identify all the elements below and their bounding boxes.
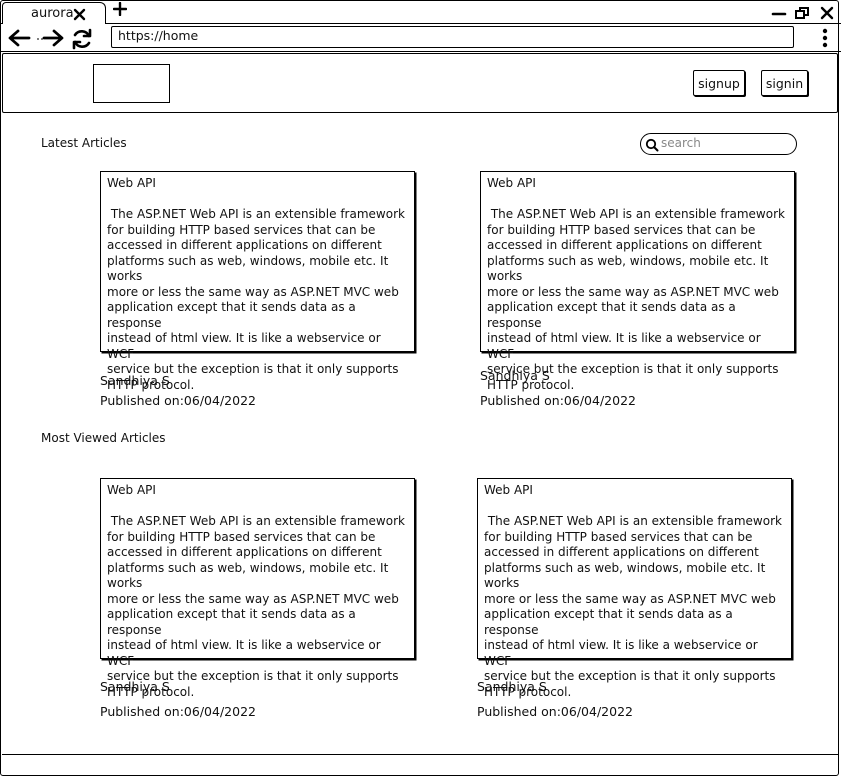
browser-tab[interactable]: aurora bbox=[2, 2, 106, 24]
article-body: The ASP.NET Web API is an extensible fra… bbox=[487, 207, 785, 392]
article-body: The ASP.NET Web API is an extensible fra… bbox=[484, 514, 782, 699]
minimize-icon[interactable] bbox=[771, 5, 787, 24]
article-published-date: Published on:06/04/2022 bbox=[477, 704, 633, 719]
tab-close-icon[interactable] bbox=[73, 6, 86, 25]
url-address-bar[interactable]: https://home bbox=[111, 26, 794, 48]
article-card-latest-2[interactable]: Web API The ASP.NET Web API is an extens… bbox=[480, 171, 795, 392]
signup-button[interactable]: signup bbox=[693, 70, 745, 96]
navigation-bar: https://home bbox=[0, 24, 841, 52]
article-body: The ASP.NET Web API is an extensible fra… bbox=[107, 207, 405, 392]
logo-placeholder bbox=[93, 64, 170, 103]
window-close-icon[interactable] bbox=[820, 5, 834, 24]
forward-arrow-right-icon[interactable] bbox=[36, 28, 64, 52]
article-published-date: Published on:06/04/2022 bbox=[100, 704, 256, 719]
tab-bar: aurora bbox=[0, 0, 841, 24]
article-card-most-viewed-1[interactable]: Web API The ASP.NET Web API is an extens… bbox=[100, 478, 415, 699]
site-header: signup signin bbox=[2, 53, 838, 113]
article-author: Sandhiya S bbox=[100, 679, 170, 694]
article-author: Sandhiya S bbox=[480, 368, 550, 383]
article-card-most-viewed-2[interactable]: Web API The ASP.NET Web API is an extens… bbox=[477, 478, 792, 699]
article-author: Sandhiya S bbox=[477, 679, 547, 694]
search-icon bbox=[645, 137, 659, 156]
reload-icon[interactable] bbox=[71, 28, 93, 54]
article-title: Web API bbox=[484, 483, 533, 497]
latest-articles-heading: Latest Articles bbox=[41, 136, 127, 150]
article-title: Web API bbox=[107, 176, 156, 190]
most-viewed-articles-heading: Most Viewed Articles bbox=[41, 431, 166, 445]
search-box[interactable] bbox=[640, 133, 797, 155]
kebab-menu-icon[interactable] bbox=[821, 28, 829, 52]
search-input[interactable] bbox=[661, 136, 791, 150]
back-arrow-left-icon[interactable] bbox=[7, 28, 31, 52]
tab-title: aurora bbox=[31, 6, 74, 21]
footer-divider bbox=[2, 754, 838, 755]
article-published-date: Published on:06/04/2022 bbox=[480, 393, 636, 408]
article-published-date: Published on:06/04/2022 bbox=[100, 393, 256, 408]
signin-button[interactable]: signin bbox=[761, 70, 808, 96]
article-card-latest-1[interactable]: Web API The ASP.NET Web API is an extens… bbox=[100, 171, 415, 392]
article-title: Web API bbox=[107, 483, 156, 497]
restore-icon[interactable] bbox=[794, 5, 810, 24]
article-title: Web API bbox=[487, 176, 536, 190]
article-body: The ASP.NET Web API is an extensible fra… bbox=[107, 514, 405, 699]
new-tab-plus-icon[interactable] bbox=[112, 1, 128, 20]
article-author: Sandhiya S bbox=[100, 373, 170, 388]
